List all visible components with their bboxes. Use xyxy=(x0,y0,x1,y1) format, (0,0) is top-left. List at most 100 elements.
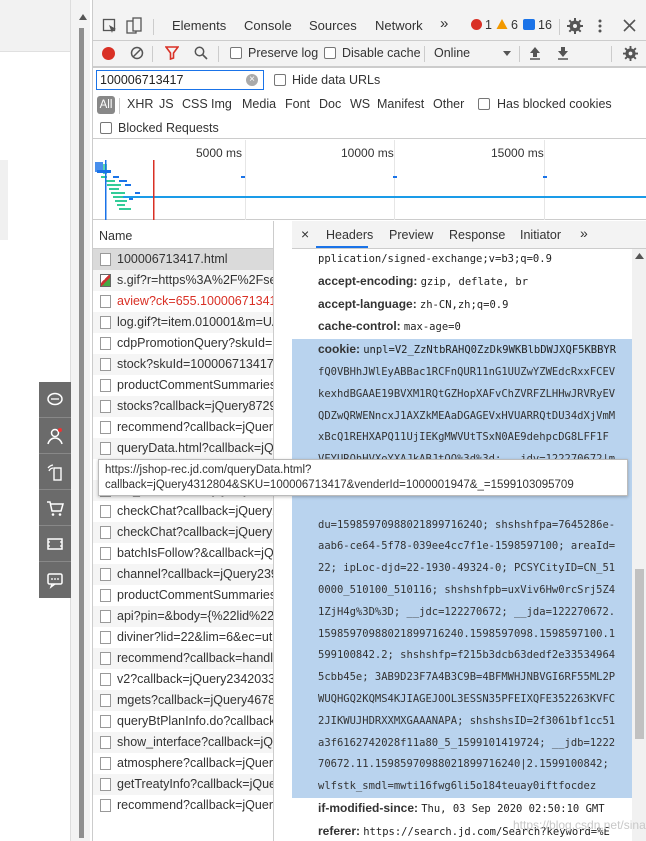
request-row[interactable]: recommend?callback=jQuery3 xyxy=(93,417,273,438)
request-name[interactable]: stocks?callback=jQuery87294 xyxy=(117,399,273,413)
request-name[interactable]: channel?callback=jQuery2391 xyxy=(117,567,273,581)
has-blocked-cookies-checkbox[interactable] xyxy=(478,98,490,110)
request-row[interactable]: checkChat?callback=jQuery67 xyxy=(93,522,273,543)
panel-splitter[interactable] xyxy=(70,0,90,841)
filter-type-img[interactable]: Img xyxy=(211,97,232,111)
chevron-down-icon[interactable] xyxy=(503,51,511,56)
tab-console[interactable]: Console xyxy=(244,18,292,33)
filter-type-ws[interactable]: WS xyxy=(350,97,370,111)
export-har-icon[interactable] xyxy=(557,45,569,61)
request-name[interactable]: log.gif?t=item.010001&m=UA xyxy=(117,315,273,329)
timeline-overview[interactable]: 5000 ms 10000 ms 15000 ms xyxy=(93,140,646,220)
request-row[interactable]: recommend?callback=handle. xyxy=(93,648,273,669)
request-name[interactable]: getTreatyInfo?callback=jQuery xyxy=(117,777,273,791)
request-name[interactable]: s.gif?r=https%3A%2F%2Fsear xyxy=(117,273,273,287)
clear-filter-icon[interactable]: × xyxy=(246,74,258,86)
filter-type-css[interactable]: CSS xyxy=(182,97,208,111)
clear-icon[interactable] xyxy=(130,46,144,60)
user-button[interactable] xyxy=(39,418,71,454)
request-row[interactable]: checkChat?callback=jQuery22 xyxy=(93,501,273,522)
filter-type-font[interactable]: Font xyxy=(285,97,310,111)
chat-bubble-button[interactable] xyxy=(39,382,71,418)
request-row[interactable]: getTreatyInfo?callback=jQuery xyxy=(93,774,273,795)
request-name[interactable]: show_interface?callback=jQue xyxy=(117,735,273,749)
request-name[interactable]: productCommentSummaries.a xyxy=(117,378,273,392)
error-icon[interactable] xyxy=(471,19,482,30)
request-row[interactable]: 100006713417.html xyxy=(93,249,273,270)
request-name[interactable]: 100006713417.html xyxy=(117,252,228,266)
network-settings-gear-icon[interactable] xyxy=(623,46,638,61)
filter-type-other[interactable]: Other xyxy=(433,97,464,111)
request-name[interactable]: stock?skuId=100006713417& xyxy=(117,357,273,371)
filter-input[interactable]: 100006713417 xyxy=(96,70,264,90)
tab-elements[interactable]: Elements xyxy=(172,18,226,33)
tab-network[interactable]: Network xyxy=(375,18,423,33)
request-name[interactable]: checkChat?callback=jQuery22 xyxy=(117,504,273,518)
feedback-button[interactable] xyxy=(39,562,71,598)
request-name[interactable]: productCommentSummaries.a xyxy=(117,588,273,602)
request-row[interactable]: recommend?callback=jQuery6 xyxy=(93,795,273,816)
request-row[interactable]: queryData.html?callback=jQu xyxy=(93,438,273,459)
tab-preview[interactable]: Preview xyxy=(389,228,433,242)
request-row[interactable]: diviner?lid=22&lim=6&ec=ut xyxy=(93,627,273,648)
error-count[interactable]: 1 xyxy=(485,18,492,32)
inspect-element-icon[interactable] xyxy=(102,18,118,34)
filter-type-all[interactable]: All xyxy=(97,96,115,114)
request-row[interactable]: queryBtPlanInfo.do?callback= xyxy=(93,711,273,732)
device-toolbar-icon[interactable] xyxy=(126,17,144,35)
request-row[interactable]: stocks?callback=jQuery87294 xyxy=(93,396,273,417)
request-name[interactable]: batchIsFollow?&callback=jQu xyxy=(117,546,273,560)
compare-button[interactable] xyxy=(39,526,71,562)
close-icon[interactable] xyxy=(623,19,636,32)
request-row[interactable]: aview?ck=655.100006713417. xyxy=(93,291,273,312)
filter-icon[interactable] xyxy=(165,46,179,60)
cart-button[interactable] xyxy=(39,490,71,526)
hide-data-urls-checkbox[interactable] xyxy=(274,74,286,86)
search-icon[interactable] xyxy=(194,46,208,60)
request-row[interactable]: atmosphere?callback=jQuery7 xyxy=(93,753,273,774)
warning-count[interactable]: 6 xyxy=(511,18,518,32)
blocked-requests-checkbox[interactable] xyxy=(100,122,112,134)
message-icon[interactable] xyxy=(523,19,535,30)
hide-data-urls-label[interactable]: Hide data URLs xyxy=(292,73,380,87)
kebab-menu-icon[interactable] xyxy=(597,18,603,34)
request-row[interactable]: productCommentSummaries.a xyxy=(93,375,273,396)
page-scrollbar-thumb[interactable] xyxy=(79,28,84,838)
request-name[interactable]: diviner?lid=22&lim=6&ec=ut xyxy=(117,630,272,644)
request-row[interactable]: log.gif?t=item.010001&m=UA xyxy=(93,312,273,333)
filter-type-media[interactable]: Media xyxy=(242,97,276,111)
preserve-log-checkbox[interactable] xyxy=(230,47,242,59)
record-icon[interactable] xyxy=(102,47,115,60)
scrollbar-thumb[interactable] xyxy=(635,569,644,739)
request-name[interactable]: cdpPromotionQuery?skuId=1 xyxy=(117,336,273,350)
request-name[interactable]: queryBtPlanInfo.do?callback= xyxy=(117,714,273,728)
request-name[interactable]: atmosphere?callback=jQuery7 xyxy=(117,756,273,770)
has-blocked-cookies-label[interactable]: Has blocked cookies xyxy=(497,97,612,111)
throttling-select[interactable]: Online xyxy=(434,46,470,60)
warning-icon[interactable] xyxy=(496,18,508,30)
request-row[interactable]: batchIsFollow?&callback=jQu xyxy=(93,543,273,564)
request-row[interactable]: stock?skuId=100006713417& xyxy=(93,354,273,375)
request-row[interactable]: show_interface?callback=jQue xyxy=(93,732,273,753)
request-name[interactable]: mgets?callback=jQuery46786 xyxy=(117,693,273,707)
close-detail-button[interactable]: × xyxy=(301,226,309,242)
request-name[interactable]: queryData.html?callback=jQu xyxy=(117,441,273,455)
more-detail-tabs-button[interactable]: » xyxy=(580,225,588,241)
tab-sources[interactable]: Sources xyxy=(309,18,357,33)
scroll-up-arrow-icon[interactable] xyxy=(635,253,644,259)
scroll-up-arrow-icon[interactable] xyxy=(79,14,87,20)
request-name[interactable]: recommend?callback=jQuery6 xyxy=(117,798,273,812)
filter-type-manifest[interactable]: Manifest xyxy=(377,97,424,111)
filter-type-js[interactable]: JS xyxy=(159,97,174,111)
tab-initiator[interactable]: Initiator xyxy=(520,228,561,242)
filter-type-doc[interactable]: Doc xyxy=(319,97,341,111)
disable-cache-label[interactable]: Disable cache xyxy=(342,46,421,60)
column-header-name[interactable]: Name xyxy=(93,221,273,249)
preserve-log-label[interactable]: Preserve log xyxy=(248,46,318,60)
request-name[interactable]: v2?callback=jQuery2342033& xyxy=(117,672,273,686)
request-name[interactable]: api?pin=&body={%22lid%22: xyxy=(117,609,273,623)
mobile-button[interactable] xyxy=(39,454,71,490)
disable-cache-checkbox[interactable] xyxy=(324,47,336,59)
more-tabs-button[interactable]: » xyxy=(440,15,448,32)
request-row[interactable]: v2?callback=jQuery2342033& xyxy=(93,669,273,690)
